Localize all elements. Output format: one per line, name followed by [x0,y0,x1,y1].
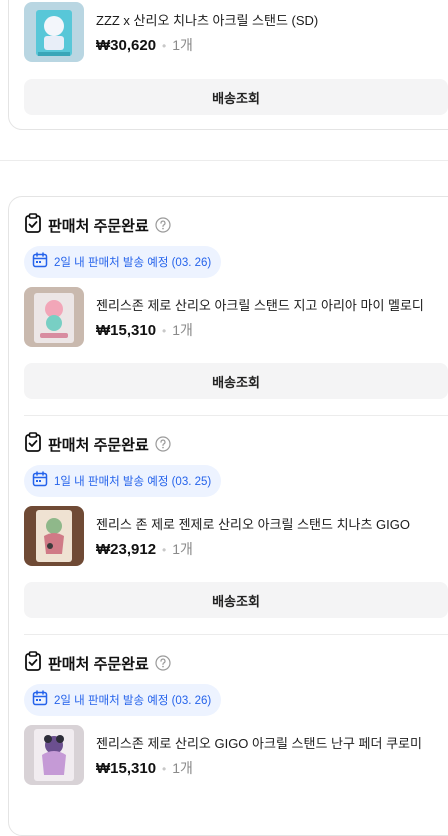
separator-dot: • [162,762,167,776]
calendar-icon [32,251,48,273]
product-thumbnail[interactable] [24,725,84,785]
product-price: ₩23,912 [96,541,157,558]
product-quantity: 1개 [172,760,193,776]
shipping-estimate-badge: 2일 내 판매처 발송 예정 (03. 26) [24,684,222,716]
product-name[interactable]: 젠리스존 제로 산리오 아크릴 스탠드 지고 아리아 마이 멜로디 [96,295,424,314]
calendar-icon [32,470,48,492]
product-price-row: ₩15,310 • 1개 [96,320,193,340]
order-divider [24,634,448,635]
product-thumbnail[interactable] [24,287,84,347]
track-shipment-button[interactable]: 배송조회 [24,79,448,115]
product-price: ₩30,620 [96,37,157,54]
separator-dot: • [162,543,167,557]
product-thumbnail[interactable] [24,2,84,62]
shipping-estimate-text: 1일 내 판매처 발송 예정 (03. 25) [54,476,212,488]
shipping-estimate-badge: 1일 내 판매처 발송 예정 (03. 25) [24,465,222,497]
product-name[interactable]: ZZZ x 산리오 치나츠 아크릴 스탠드 (SD) [96,10,318,29]
order-status-row: 판매처 주문완료 [24,431,171,457]
order-status-label: 판매처 주문완료 [48,217,149,235]
order-divider [24,415,448,416]
separator-dot: • [162,324,167,338]
separator-dot: • [162,39,167,53]
question-circle-icon[interactable] [155,217,171,233]
order-status-row: 판매처 주문완료 [24,650,171,676]
shipping-estimate-text: 2일 내 판매처 발송 예정 (03. 26) [54,257,212,269]
question-circle-icon[interactable] [155,655,171,671]
product-price: ₩15,310 [96,760,157,777]
clipboard-check-icon [24,650,42,676]
track-shipment-button[interactable]: 배송조회 [24,363,448,399]
product-quantity: 1개 [172,322,193,338]
product-name[interactable]: 젠리스존 제로 산리오 GIGO 아크릴 스탠드 난구 페더 쿠로미 [96,733,422,752]
order-status-label: 판매처 주문완료 [48,655,149,673]
shipping-estimate-text: 2일 내 판매처 발송 예정 (03. 26) [54,695,212,707]
clipboard-check-icon [24,431,42,457]
product-price-row: ₩15,310 • 1개 [96,758,193,778]
order-status-label: 판매처 주문완료 [48,436,149,454]
product-price-row: ₩30,620 • 1개 [96,35,193,55]
order-status-row: 판매처 주문완료 [24,212,171,238]
track-shipment-button[interactable]: 배송조회 [24,582,448,618]
clipboard-check-icon [24,212,42,238]
section-divider [0,160,448,161]
product-quantity: 1개 [172,541,193,557]
product-name[interactable]: 젠리스 존 제로 젠제로 산리오 아크릴 스탠드 치나츠 GIGO [96,514,410,533]
product-price-row: ₩23,912 • 1개 [96,539,193,559]
question-circle-icon[interactable] [155,436,171,452]
shipping-estimate-badge: 2일 내 판매처 발송 예정 (03. 26) [24,246,222,278]
product-quantity: 1개 [172,37,193,53]
product-price: ₩15,310 [96,322,157,339]
calendar-icon [32,689,48,711]
product-thumbnail[interactable] [24,506,84,566]
